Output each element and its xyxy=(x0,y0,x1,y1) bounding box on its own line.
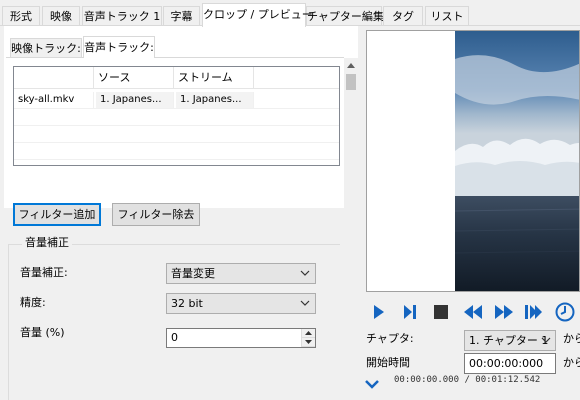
tab-chapter-edit[interactable]: チャプター編集 xyxy=(306,6,384,26)
tab-crop-preview[interactable]: クロップ / プレビュー xyxy=(202,3,313,27)
chevron-down-icon xyxy=(300,270,310,276)
preview-pane xyxy=(366,30,580,292)
tab-subtitles[interactable]: 字幕 xyxy=(163,6,200,26)
vertical-scrollbar[interactable] xyxy=(344,58,358,400)
chapter-label: チャプタ: xyxy=(366,332,414,345)
clock-icon xyxy=(555,302,575,322)
start-time-field[interactable]: 00:00:00:000 xyxy=(464,353,556,374)
tab-format[interactable]: 形式 xyxy=(2,6,40,26)
chapter-value: 1. チャプター 1 xyxy=(469,334,549,347)
caret-up-icon xyxy=(305,331,312,335)
list-header: ソース ストリーム xyxy=(14,67,339,89)
volume-correction-select[interactable]: 音量変更 xyxy=(166,263,316,284)
spin-buttons xyxy=(301,329,315,347)
rewind-icon xyxy=(464,305,482,319)
chevron-down-icon xyxy=(541,337,551,343)
from-label: から xyxy=(563,356,580,369)
tab-audio-track[interactable]: 音声トラック: xyxy=(83,36,155,58)
skip-next-icon xyxy=(525,305,542,319)
chevron-down-icon xyxy=(300,300,310,306)
remove-filter-button[interactable]: フィルター除去 xyxy=(112,203,200,226)
chevron-down-icon[interactable] xyxy=(364,376,380,392)
volume-correction-value: 音量変更 xyxy=(171,267,215,280)
play-icon xyxy=(374,305,384,319)
empty-row xyxy=(14,126,339,143)
tab-list[interactable]: リスト xyxy=(425,6,469,26)
fast-forward-button[interactable] xyxy=(493,300,515,324)
precision-value: 32 bit xyxy=(171,297,203,310)
empty-row xyxy=(14,109,339,126)
video-frame xyxy=(455,31,579,291)
column-header-file[interactable] xyxy=(14,67,94,89)
play-button[interactable] xyxy=(370,300,388,324)
audio-track-list[interactable]: ソース ストリーム sky-all.mkv 1. Japanes... 1. J… xyxy=(13,66,340,166)
add-filter-button[interactable]: フィルター追加 xyxy=(13,203,101,226)
volume-percent-stepper[interactable]: 0 xyxy=(166,328,316,348)
player-controls xyxy=(366,300,580,326)
next-frame-button[interactable] xyxy=(401,300,419,324)
tab-video[interactable]: 映像 xyxy=(42,6,80,26)
rewind-button[interactable] xyxy=(462,300,484,324)
cell-source: 1. Japanes... xyxy=(96,92,174,108)
column-header-source[interactable]: ソース xyxy=(94,67,174,89)
volume-correction-label: 音量補正: xyxy=(20,266,68,279)
cell-file: sky-all.mkv xyxy=(14,92,94,108)
start-time-label: 開始時間 xyxy=(366,356,410,369)
tab-audio-track-1[interactable]: 音声トラック 1 xyxy=(82,6,162,26)
track-sub-tab-bar: 映像トラック: 音声トラック: xyxy=(4,26,358,58)
left-panel: 映像トラック: 音声トラック: ソース ストリーム sky-all.mkv 1.… xyxy=(4,26,358,400)
stop-icon xyxy=(434,305,448,319)
precision-label: 精度: xyxy=(20,296,46,309)
audio-track-page: ソース ストリーム sky-all.mkv 1. Japanes... 1. J… xyxy=(4,58,344,400)
spin-down-button[interactable] xyxy=(302,338,315,347)
caret-down-icon xyxy=(305,340,312,344)
step-forward-icon xyxy=(404,305,416,319)
volume-percent-label: 音量 (%) xyxy=(20,326,65,339)
spin-up-button[interactable] xyxy=(302,329,315,338)
cell-stream: 1. Japanes... xyxy=(176,92,254,108)
tab-tags[interactable]: タグ xyxy=(383,6,423,26)
chapter-select[interactable]: 1. チャプター 1 xyxy=(464,330,556,351)
table-row[interactable]: sky-all.mkv 1. Japanes... 1. Japanes... xyxy=(14,92,339,109)
precision-select[interactable]: 32 bit xyxy=(166,293,316,314)
next-chapter-button[interactable] xyxy=(524,300,544,324)
group-title: 音量補正 xyxy=(22,234,72,250)
empty-row xyxy=(14,143,339,160)
time-button[interactable] xyxy=(554,300,576,324)
stop-button[interactable] xyxy=(432,300,450,324)
column-header-stream[interactable]: ストリーム xyxy=(174,67,254,89)
scroll-up-button[interactable] xyxy=(344,58,358,72)
tab-video-track[interactable]: 映像トラック: xyxy=(10,38,82,58)
scrollbar-thumb[interactable] xyxy=(346,74,356,90)
volume-percent-value: 0 xyxy=(171,331,178,344)
caret-up-icon xyxy=(347,62,355,68)
from-label: から xyxy=(563,332,580,345)
start-time-value: 00:00:00:000 xyxy=(469,357,544,370)
main-tab-bar: 形式 映像 音声トラック 1 字幕 クロップ / プレビュー チャプター編集 タ… xyxy=(0,0,580,27)
panel-divider[interactable] xyxy=(358,26,366,400)
fast-forward-icon xyxy=(495,305,513,319)
timecode-display: 00:00:00.000 / 00:01:12.542 xyxy=(394,375,541,385)
